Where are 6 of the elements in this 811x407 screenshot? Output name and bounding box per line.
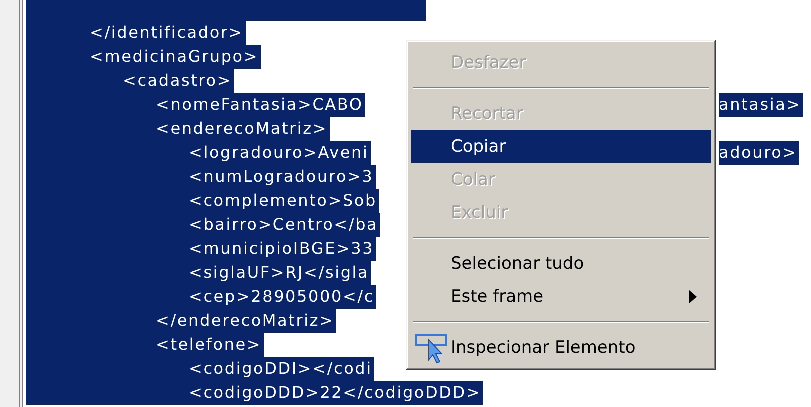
menu-item[interactable]: Inspecionar Elemento <box>411 331 711 364</box>
inspect-cursor-icon <box>415 334 449 364</box>
menu-item[interactable]: Copiar <box>411 130 711 163</box>
menu-item[interactable]: Este frame <box>411 280 711 313</box>
menu-item[interactable]: Selecionar tudo <box>411 247 711 280</box>
submenu-arrow-icon <box>689 290 697 304</box>
